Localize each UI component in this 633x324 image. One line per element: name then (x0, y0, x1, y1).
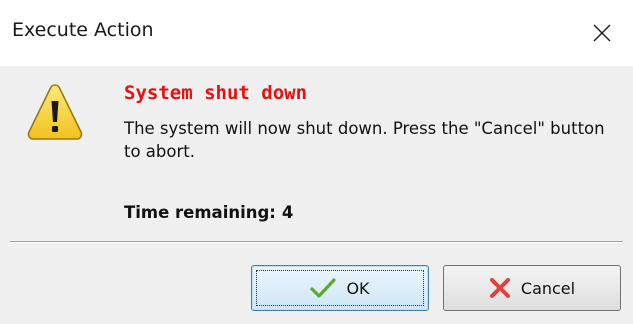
close-button[interactable] (571, 0, 633, 66)
time-remaining: Time remaining: 4 (124, 203, 293, 222)
warning-icon (27, 84, 83, 140)
time-remaining-value: 4 (281, 203, 294, 222)
ok-button-label: OK (346, 278, 370, 298)
checkmark-icon (310, 278, 337, 298)
cancel-button[interactable]: Cancel (443, 265, 621, 311)
dialog-heading: System shut down (124, 82, 308, 104)
ok-button[interactable]: OK (251, 265, 429, 311)
cross-icon (489, 278, 510, 298)
title-bar: Execute Action (0, 0, 633, 66)
execute-action-dialog: Execute Action System shut down The syst… (0, 0, 633, 324)
focus-ring (256, 270, 424, 306)
time-remaining-label: Time remaining: (124, 203, 276, 222)
cancel-button-label: Cancel (520, 278, 576, 298)
close-icon (593, 24, 611, 42)
separator (10, 241, 623, 243)
window-title: Execute Action (12, 19, 154, 41)
dialog-message: The system will now shut down. Press the… (124, 119, 605, 161)
